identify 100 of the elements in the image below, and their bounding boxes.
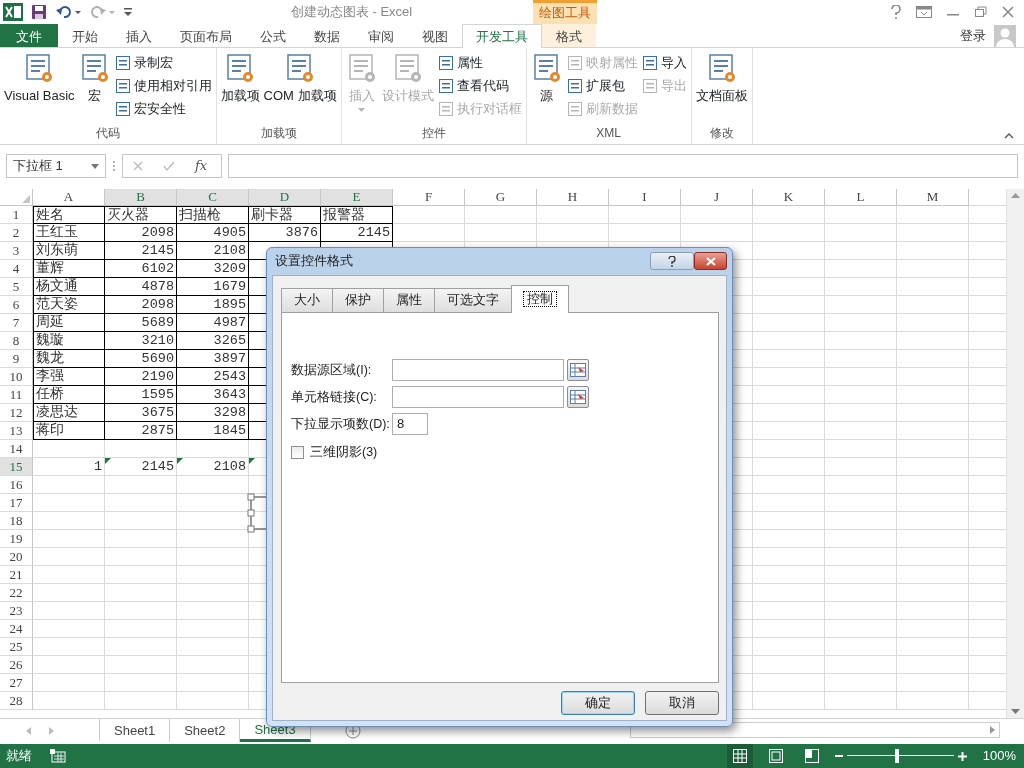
dialog-button[interactable]: 确定: [561, 691, 635, 715]
column-header[interactable]: F: [393, 189, 465, 206]
dialog-tab[interactable]: 保护: [332, 288, 384, 312]
row-header[interactable]: 5: [0, 278, 33, 296]
row-header[interactable]: 23: [0, 602, 33, 620]
name-box[interactable]: 下拉框 1: [6, 154, 106, 178]
ribbon-tab[interactable]: 审阅: [354, 24, 408, 47]
help-button[interactable]: [650, 252, 694, 270]
ribbon-button[interactable]: 录制宏: [114, 52, 212, 74]
ribbon-tab[interactable]: 插入: [112, 24, 166, 47]
save-icon[interactable]: [31, 4, 47, 20]
row-header[interactable]: 20: [0, 548, 33, 566]
ribbon-button[interactable]: 扩展包: [566, 75, 638, 97]
column-header[interactable]: B: [105, 189, 177, 206]
column-header[interactable]: K: [753, 189, 825, 206]
ribbon-button[interactable]: 使用相对引用: [114, 75, 212, 97]
row-header[interactable]: 24: [0, 620, 33, 638]
column-header[interactable]: E: [321, 189, 393, 206]
ribbon-button[interactable]: Visual Basic: [4, 52, 75, 124]
ribbon-button[interactable]: 属性: [437, 52, 522, 74]
row-header[interactable]: 21: [0, 566, 33, 584]
dialog-button[interactable]: 取消: [645, 691, 719, 715]
row-header[interactable]: 13: [0, 422, 33, 440]
row-header[interactable]: 15: [0, 458, 33, 476]
zoom-level[interactable]: 100%: [982, 746, 1016, 766]
close-button[interactable]: [694, 252, 727, 270]
ribbon-tab[interactable]: 格式: [542, 24, 596, 47]
zoom-out-icon[interactable]: [834, 752, 843, 760]
column-header[interactable]: J: [681, 189, 753, 206]
normal-view-button[interactable]: [726, 744, 753, 768]
row-header[interactable]: 12: [0, 404, 33, 422]
ribbon-button[interactable]: 宏安全性: [114, 98, 212, 120]
row-header[interactable]: 2: [0, 224, 33, 242]
range-select-button[interactable]: [567, 359, 589, 381]
formula-input[interactable]: [228, 154, 1018, 178]
column-header[interactable]: G: [465, 189, 537, 206]
row-header[interactable]: 11: [0, 386, 33, 404]
range-select-button[interactable]: [567, 386, 589, 408]
checkbox[interactable]: [291, 445, 304, 459]
ribbon-button[interactable]: 导入: [641, 52, 687, 74]
input-field[interactable]: 8: [392, 413, 428, 435]
row-header[interactable]: 10: [0, 368, 33, 386]
macro-record-icon[interactable]: [50, 749, 66, 763]
ribbon-button[interactable]: 源: [530, 52, 563, 124]
input-field[interactable]: [392, 386, 564, 408]
selection-handles-drawing[interactable]: [247, 493, 269, 533]
row-header[interactable]: 4: [0, 260, 33, 278]
sheet-tab[interactable]: Sheet1: [100, 719, 171, 742]
ribbon-button[interactable]: 宏: [78, 52, 111, 124]
sign-in-link[interactable]: 登录: [960, 25, 986, 46]
ribbon-button[interactable]: 查看代码: [437, 75, 522, 97]
column-header[interactable]: D: [249, 189, 321, 206]
dialog-tab[interactable]: 可选文字: [434, 288, 512, 312]
help-icon[interactable]: [890, 5, 902, 19]
check-icon[interactable]: [163, 161, 175, 171]
undo-icon[interactable]: [55, 4, 81, 20]
ribbon-tab[interactable]: 文件: [0, 24, 58, 47]
column-header[interactable]: C: [177, 189, 249, 206]
ribbon-display-icon[interactable]: [916, 6, 932, 18]
dialog-tab[interactable]: 属性: [383, 288, 435, 312]
scroll-up-icon[interactable]: [1011, 193, 1020, 198]
dialog-tab[interactable]: 控制: [511, 285, 569, 313]
ribbon-tab[interactable]: 页面布局: [166, 24, 246, 47]
row-header[interactable]: 18: [0, 512, 33, 530]
row-header[interactable]: 1: [0, 206, 33, 224]
column-header[interactable]: L: [825, 189, 897, 206]
column-header[interactable]: M: [897, 189, 969, 206]
row-header[interactable]: 28: [0, 692, 33, 710]
ribbon-button[interactable]: 加载项: [220, 52, 260, 124]
input-field[interactable]: [392, 359, 564, 381]
restore-icon[interactable]: [974, 6, 988, 18]
row-header[interactable]: 26: [0, 656, 33, 674]
excel-icon[interactable]: [3, 3, 23, 21]
customize-icon[interactable]: [123, 7, 133, 17]
row-header[interactable]: 6: [0, 296, 33, 314]
row-header[interactable]: 22: [0, 584, 33, 602]
collapse-icon[interactable]: [1004, 133, 1014, 139]
row-header[interactable]: 16: [0, 476, 33, 494]
row-header[interactable]: 17: [0, 494, 33, 512]
ribbon-button[interactable]: COM 加载项: [263, 52, 337, 124]
ribbon-tab[interactable]: 公式: [246, 24, 300, 47]
scroll-down-icon[interactable]: [1011, 709, 1020, 714]
row-header[interactable]: 7: [0, 314, 33, 332]
row-header[interactable]: 8: [0, 332, 33, 350]
close-icon[interactable]: [1002, 6, 1014, 18]
ribbon-tab[interactable]: 视图: [408, 24, 462, 47]
ribbon-button[interactable]: 文档面板: [695, 52, 748, 124]
column-header[interactable]: I: [609, 189, 681, 206]
row-header[interactable]: 27: [0, 674, 33, 692]
ribbon-tab[interactable]: 数据: [300, 24, 354, 47]
row-header[interactable]: 3: [0, 242, 33, 260]
column-header[interactable]: H: [537, 189, 609, 206]
row-header[interactable]: 25: [0, 638, 33, 656]
row-header[interactable]: 9: [0, 350, 33, 368]
ribbon-tab[interactable]: 开发工具: [462, 24, 542, 48]
zoom-in-icon[interactable]: [957, 751, 967, 761]
insert-function-button[interactable]: fx: [195, 156, 208, 176]
dialog-tab[interactable]: 大小: [281, 288, 333, 312]
ribbon-tab[interactable]: 开始: [58, 24, 112, 47]
row-header[interactable]: 19: [0, 530, 33, 548]
